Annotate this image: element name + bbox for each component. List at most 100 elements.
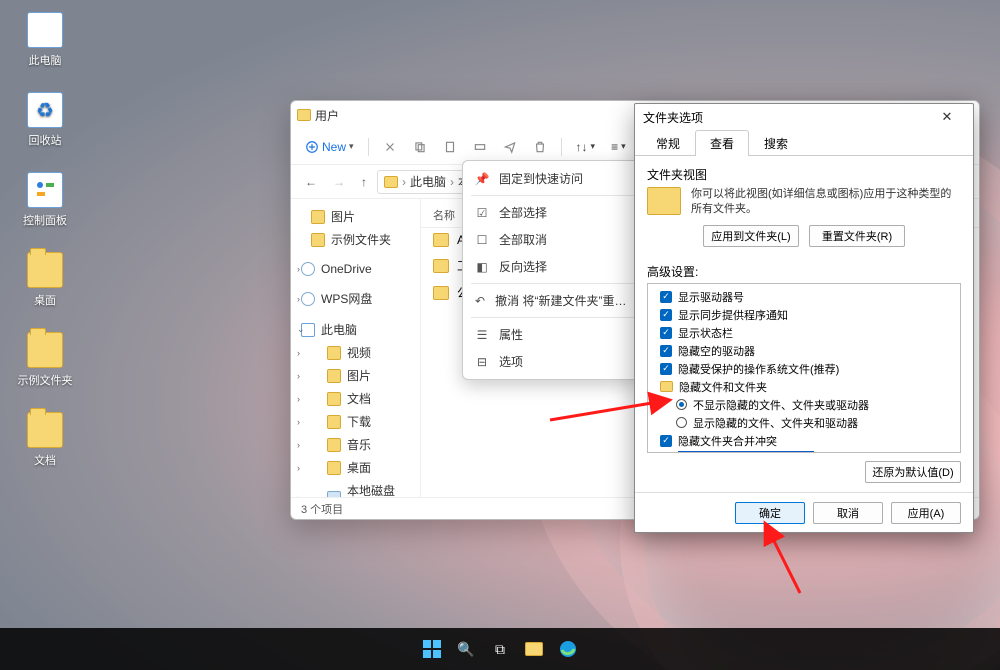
menu-item-selectnone[interactable]: ☐ 全部取消 (467, 226, 639, 253)
desktop-icon-controlpanel[interactable]: 控制面板 (15, 172, 75, 228)
checkbox[interactable]: ✓ (660, 291, 672, 303)
taskbar-search[interactable]: 🔍 (452, 635, 480, 663)
checkbox[interactable]: ✓ (660, 345, 672, 357)
adv-item-label: 显示同步提供程序通知 (678, 307, 788, 323)
menu-item-pin[interactable]: 📌固定到快速访问 (467, 165, 639, 192)
menu-item-invert[interactable]: ◧反向选择 (467, 253, 639, 280)
desktop-icon-folder[interactable]: 文档 (15, 412, 75, 468)
sidebar-item-onedrive[interactable]: ›OneDrive (293, 259, 418, 279)
restore-defaults-button[interactable]: 还原为默认值(D) (865, 461, 961, 483)
apply-to-folders-button[interactable]: 应用到文件夹(L) (703, 225, 799, 247)
adv-item-hide-protected[interactable]: ✓ 隐藏受保护的操作系统文件(推荐) (652, 360, 956, 378)
options-icon: ⊟ (475, 355, 489, 369)
folder-icon (27, 332, 63, 368)
delete-button[interactable] (527, 136, 553, 158)
breadcrumb-item[interactable]: 此电脑 (410, 173, 446, 190)
dialog-body: 文件夹视图 你可以将此视图(如详细信息或图标)应用于这种类型的所有文件夹。 应用… (635, 156, 973, 492)
chevron-right-icon: › (297, 294, 300, 304)
desktop-icon-thispc[interactable]: 此电脑 (15, 12, 75, 68)
adv-item-drive-letters[interactable]: ✓ 显示驱动器号 (652, 288, 956, 306)
adv-item-sync-notify[interactable]: ✓ 显示同步提供程序通知 (652, 306, 956, 324)
dialog-titlebar[interactable]: 文件夹选项 ✕ (635, 104, 973, 130)
close-button[interactable]: ✕ (929, 109, 965, 125)
taskbar[interactable]: 🔍 ⧉ (0, 628, 1000, 670)
folder-icon (27, 252, 63, 288)
copy-button[interactable] (407, 136, 433, 158)
adv-item-label: 显示驱动器号 (678, 289, 744, 305)
view-button[interactable]: ≡ ▾ (605, 136, 632, 158)
menu-item-label: 全部取消 (499, 231, 547, 248)
menu-item-label: 选项 (499, 353, 523, 370)
chevron-right-icon: › (297, 394, 300, 404)
sidebar-item-music[interactable]: › 音乐 (293, 433, 418, 456)
checkbox[interactable]: ✓ (660, 435, 672, 447)
checkbox[interactable]: ✓ (660, 363, 672, 375)
menu-item-properties[interactable]: ☰属性 (467, 321, 639, 348)
adv-item-hidden-opt0[interactable]: 不显示隐藏的文件、文件夹或驱动器 (652, 396, 956, 414)
chevron-right-icon: › (297, 440, 300, 450)
chevron-right-icon: › (297, 417, 300, 427)
tab-search[interactable]: 搜索 (749, 130, 803, 156)
adv-item-label: 隐藏文件夹合并冲突 (678, 433, 777, 449)
checkbox[interactable]: ✓ (660, 309, 672, 321)
paste-button[interactable] (437, 136, 463, 158)
adv-item-merge-conflict[interactable]: ✓ 隐藏文件夹合并冲突 (652, 432, 956, 450)
desktop-icon-recyclebin[interactable]: ♻ 回收站 (15, 92, 75, 148)
tab-view[interactable]: 查看 (695, 130, 749, 156)
sort-button[interactable]: ↑↓ ▾ (570, 136, 602, 158)
taskbar-taskview[interactable]: ⧉ (486, 635, 514, 663)
menu-item-label: 撤消 将“新建文件夹”重命名为“图片” (495, 292, 631, 309)
sidebar-item-label: 音乐 (347, 436, 371, 453)
sidebar-item-wps[interactable]: ›WPS网盘 (293, 287, 418, 310)
back-button[interactable]: ← (299, 173, 323, 191)
menu-item-label: 全部选择 (499, 204, 547, 221)
reset-folders-button[interactable]: 重置文件夹(R) (809, 225, 905, 247)
ok-button[interactable]: 确定 (735, 502, 805, 524)
share-button[interactable] (497, 136, 523, 158)
explorer-sidebar[interactable]: 图片 示例文件夹 ›OneDrive ›WPS网盘 ⌄此电脑 ›视频 ›图片 ›… (291, 199, 421, 497)
start-button[interactable] (418, 635, 446, 663)
taskbar-edge[interactable] (554, 635, 582, 663)
adv-item-status-bar[interactable]: ✓ 显示状态栏 (652, 324, 956, 342)
sidebar-item-downloads[interactable]: ›下载 (293, 410, 418, 433)
checkbox[interactable]: ✓ (660, 327, 672, 339)
sidebar-item-pictures[interactable]: ›图片 (293, 364, 418, 387)
taskbar-explorer[interactable] (520, 635, 548, 663)
cut-button[interactable] (377, 136, 403, 158)
sidebar-item-label: OneDrive (321, 262, 372, 276)
folder-icon (311, 233, 325, 247)
adv-item-hide-empty[interactable]: ✓隐藏空的驱动器 (652, 342, 956, 360)
menu-item-selectall[interactable]: ☑全部选择 (467, 199, 639, 226)
forward-button[interactable]: → (327, 173, 351, 191)
tab-general[interactable]: 常规 (641, 130, 695, 156)
sidebar-item-samples[interactable]: 示例文件夹 (293, 228, 418, 251)
menu-item-options[interactable]: ⊟ 选项 (467, 348, 639, 375)
desktop-icon-label: 示例文件夹 (15, 372, 75, 388)
rename-button[interactable] (467, 136, 493, 158)
cancel-button[interactable]: 取消 (813, 502, 883, 524)
sidebar-item-label: 示例文件夹 (331, 231, 391, 248)
sidebar-item-pictures[interactable]: 图片 (293, 205, 418, 228)
menu-item-undo[interactable]: ↶撤消 将“新建文件夹”重命名为“图片” (467, 287, 639, 314)
new-button[interactable]: New ▾ (299, 136, 360, 158)
radio[interactable] (676, 399, 687, 410)
sidebar-item-desktop[interactable]: ›桌面 (293, 456, 418, 479)
select-none-icon: ☐ (475, 233, 489, 247)
advanced-settings-list[interactable]: ✓ 显示驱动器号 ✓ 显示同步提供程序通知 ✓ 显示状态栏 ✓隐藏空的驱动器 ✓ 隐藏受… (647, 283, 961, 453)
adv-item-label: 显示状态栏 (678, 325, 733, 341)
folder-icon (327, 346, 341, 360)
up-button[interactable]: ↑ (355, 173, 373, 191)
adv-item-label: 隐藏受保护的操作系统文件(推荐) (678, 361, 839, 377)
folder-icon (384, 176, 398, 188)
sidebar-item-thispc[interactable]: ⌄此电脑 (293, 318, 418, 341)
desktop-icon-folder[interactable]: 示例文件夹 (15, 332, 75, 388)
folder-icon (433, 286, 449, 300)
radio[interactable] (676, 417, 687, 428)
adv-item-hidden-opt1[interactable]: 显示隐藏的文件、文件夹和驱动器 (652, 414, 956, 432)
sidebar-item-documents[interactable]: ›文档 (293, 387, 418, 410)
sidebar-item-videos[interactable]: ›视频 (293, 341, 418, 364)
sidebar-item-diskc[interactable]: ›本地磁盘 (C:) (293, 479, 418, 497)
desktop-icon-folder[interactable]: 桌面 (15, 252, 75, 308)
apply-button[interactable]: 应用(A) (891, 502, 961, 524)
folder-icon (297, 109, 311, 121)
